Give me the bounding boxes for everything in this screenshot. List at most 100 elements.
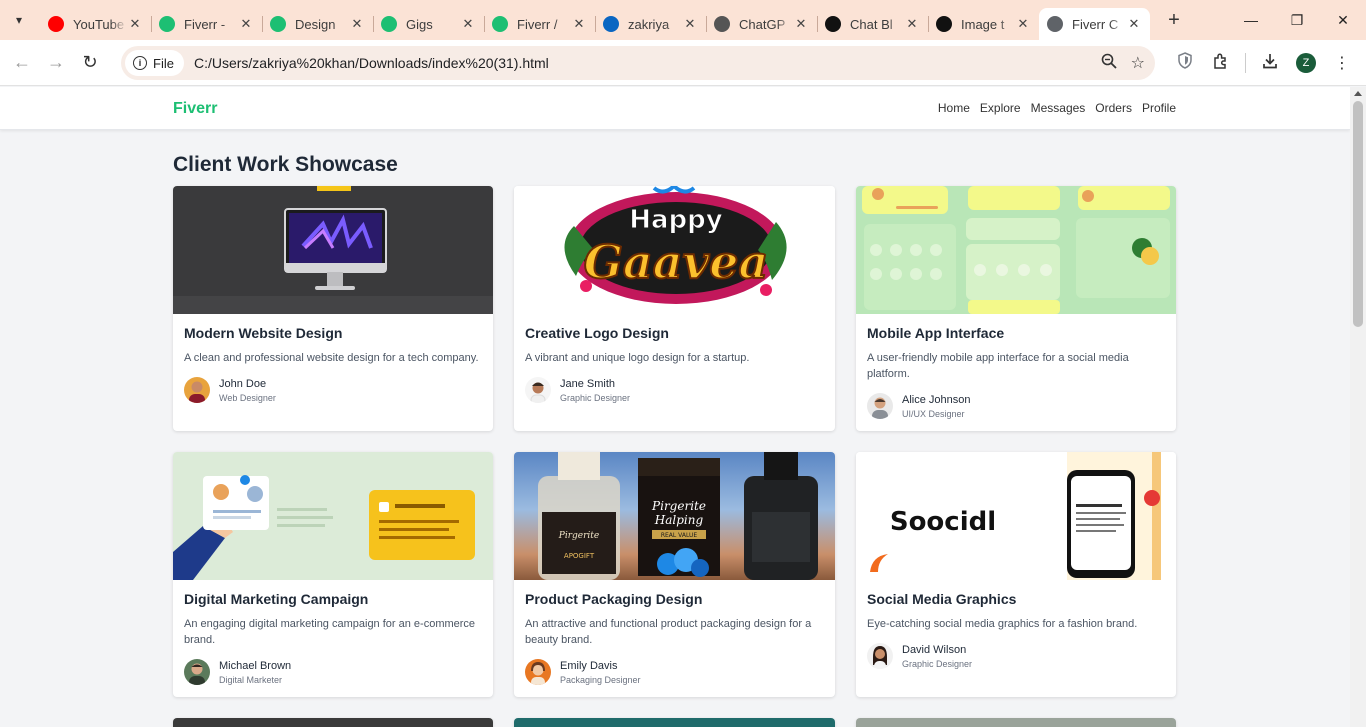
shield-extension-button[interactable]	[1167, 45, 1203, 81]
avatar	[867, 393, 893, 419]
tab-4[interactable]: Fiverr / ✕	[484, 8, 595, 40]
zoom-icon[interactable]	[1101, 53, 1117, 74]
scroll-thumb[interactable]	[1353, 101, 1363, 327]
tab-label: Gigs	[406, 16, 433, 32]
card-image	[514, 718, 835, 727]
extensions-button[interactable]	[1203, 45, 1239, 81]
tab-label: Fiverr -	[184, 16, 226, 32]
tab-list: YouTube ✕ Fiverr - ✕ Design ✕ Gigs ✕ Fiverr / ✕ za…	[40, 0, 1150, 40]
card-author: Jane Smith Graphic Designer	[525, 377, 824, 403]
card-image: Pirgerite APOGIFT Pirgerite Halping REAL…	[514, 452, 835, 580]
tab-2[interactable]: Design ✕	[262, 8, 373, 40]
site-header: Fiverr Home Explore Messages Orders Prof…	[0, 87, 1350, 130]
work-card[interactable]: Modern Website Design A clean and profes…	[173, 186, 493, 431]
tab-search-button[interactable]: ▾	[6, 7, 32, 33]
nav-explore[interactable]: Explore	[980, 101, 1021, 115]
card-title: Social Media Graphics	[867, 591, 1017, 607]
tab-close-icon[interactable]: ✕	[238, 16, 254, 32]
card-description: An attractive and functional product pac…	[525, 618, 812, 646]
fiverr-icon	[159, 16, 175, 32]
puzzle-icon	[1212, 52, 1230, 75]
url-text[interactable]: C:/Users/zakriya%20khan/Downloads/index%…	[194, 55, 549, 71]
author-name: Jane Smith	[560, 377, 616, 390]
tab-label: Image t	[961, 16, 1005, 32]
minimize-button[interactable]: —	[1228, 0, 1274, 40]
restore-icon: ❐	[1290, 11, 1304, 28]
arrow-right-icon: →	[47, 52, 65, 72]
card-title: Mobile App Interface	[867, 325, 1005, 341]
card-description: An engaging digital marketing campaign f…	[184, 618, 476, 646]
tab-1[interactable]: Fiverr - ✕	[151, 8, 262, 40]
tab-close-icon[interactable]: ✕	[571, 16, 587, 32]
tab-close-icon[interactable]: ✕	[1126, 16, 1142, 32]
minimize-icon: —	[1244, 12, 1258, 28]
packaging-value-text: REAL VALUE	[661, 532, 698, 539]
site-info-chip[interactable]: i File	[125, 50, 184, 76]
nav-home[interactable]: Home	[938, 101, 970, 115]
restore-button[interactable]: ❐	[1274, 0, 1320, 40]
tab-label: ChatGP	[739, 16, 786, 32]
new-tab-button[interactable]: +	[1160, 6, 1188, 34]
bookmark-star-icon[interactable]: ☆	[1131, 53, 1145, 73]
tab-3[interactable]: Gigs ✕	[373, 8, 484, 40]
tab-close-icon[interactable]: ✕	[904, 16, 920, 32]
reload-button[interactable]: ↻	[73, 46, 107, 80]
tab-close-icon[interactable]: ✕	[460, 16, 476, 32]
youtube-icon	[48, 16, 64, 32]
close-icon: ✕	[1337, 11, 1349, 28]
author-name: Alice Johnson	[902, 393, 971, 406]
social-brand-text: Soocidl	[890, 507, 996, 537]
work-card[interactable]: Mobile App Interface A user-friendly mob…	[856, 186, 1176, 431]
reload-icon: ↻	[82, 52, 98, 72]
packaging-subtitle-text-left: APOGIFT	[564, 552, 595, 560]
back-button[interactable]: ←	[5, 46, 39, 80]
work-card[interactable]	[856, 718, 1176, 727]
tab-label: Chat Bl	[850, 16, 893, 32]
tab-label: Fiverr /	[517, 16, 558, 32]
linkedin-icon	[603, 16, 619, 32]
work-card[interactable]	[514, 718, 835, 727]
nav-messages[interactable]: Messages	[1031, 101, 1086, 115]
card-image	[173, 452, 493, 580]
work-card[interactable]	[173, 718, 493, 727]
work-card[interactable]: Pirgerite APOGIFT Pirgerite Halping REAL…	[514, 452, 835, 697]
forward-button[interactable]: →	[39, 46, 73, 80]
tab-5[interactable]: zakriya ✕	[595, 8, 706, 40]
page-title: Client Work Showcase	[173, 153, 398, 176]
card-image	[856, 186, 1176, 314]
tab-0[interactable]: YouTube ✕	[40, 8, 151, 40]
browser-menu-button[interactable]: ⋮	[1324, 45, 1360, 81]
tab-close-icon[interactable]: ✕	[349, 16, 365, 32]
site-info-label: File	[153, 55, 174, 71]
tab-7[interactable]: Chat Bl ✕	[817, 8, 928, 40]
nav-orders[interactable]: Orders	[1095, 101, 1132, 115]
tab-close-icon[interactable]: ✕	[793, 16, 809, 32]
scroll-up-arrow-icon[interactable]	[1354, 91, 1362, 96]
nav-profile[interactable]: Profile	[1142, 101, 1176, 115]
work-card[interactable]: Digital Marketing Campaign An engaging d…	[173, 452, 493, 697]
page-scrollbar[interactable]	[1350, 87, 1366, 727]
tab-close-icon[interactable]: ✕	[127, 16, 143, 32]
tab-6[interactable]: ChatGP ✕	[706, 8, 817, 40]
avatar	[184, 659, 210, 685]
packaging-brand-text-left: Pirgerite	[558, 531, 599, 541]
tab-9[interactable]: Fiverr C ✕	[1039, 8, 1150, 40]
tab-8[interactable]: Image t ✕	[928, 8, 1039, 40]
shield-icon	[1177, 52, 1193, 74]
card-image: Happy Gaavea	[514, 186, 835, 314]
close-window-button[interactable]: ✕	[1320, 0, 1366, 40]
card-author: Emily Davis Packaging Designer	[525, 659, 824, 685]
profile-button[interactable]: Z	[1288, 45, 1324, 81]
work-card[interactable]: Soocidl Social Media Graphics Eye-catchi…	[856, 452, 1176, 697]
author-role: Web Designer	[219, 392, 276, 403]
address-bar[interactable]: i File C:/Users/zakriya%20khan/Downloads…	[121, 46, 1155, 80]
card-title: Product Packaging Design	[525, 591, 703, 607]
avatar	[867, 643, 893, 669]
tab-close-icon[interactable]: ✕	[682, 16, 698, 32]
toolbar-divider	[1245, 53, 1246, 73]
tab-close-icon[interactable]: ✕	[1015, 16, 1031, 32]
window-controls: — ❐ ✕	[1228, 0, 1366, 40]
downloads-button[interactable]	[1252, 45, 1288, 81]
brand-logo[interactable]: Fiverr	[173, 100, 217, 118]
work-card[interactable]: Happy Gaavea Creative Logo Design A vibr…	[514, 186, 835, 431]
